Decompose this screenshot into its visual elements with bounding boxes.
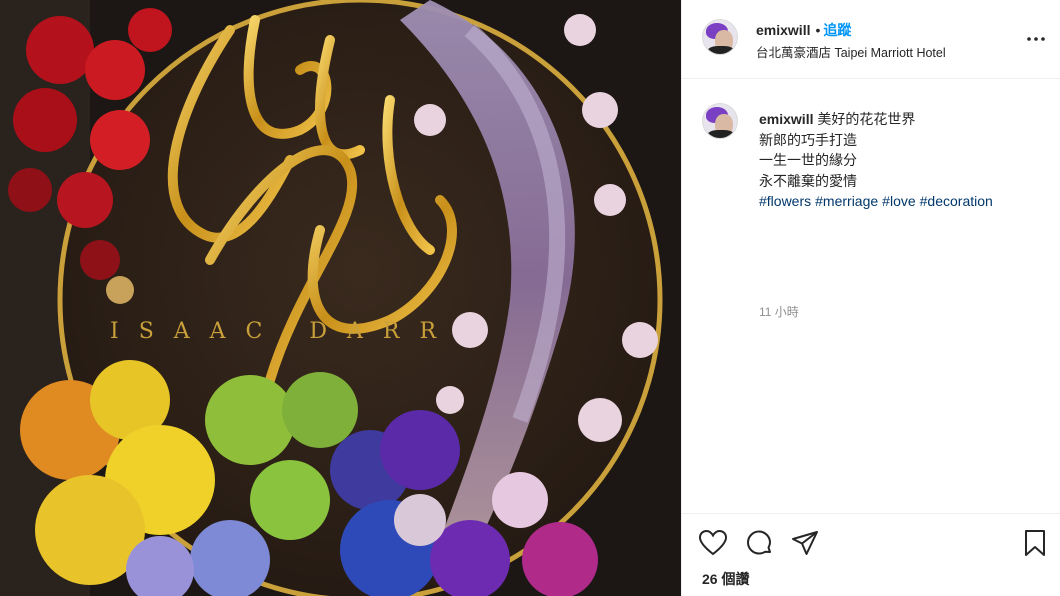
caption-username[interactable]: emixwill	[759, 111, 813, 127]
caption-line: 新郎的巧手打造	[759, 131, 857, 148]
caption-first-line: 美好的花花世界	[817, 111, 916, 127]
follow-button[interactable]: 追蹤	[823, 22, 851, 38]
comment-icon[interactable]	[744, 528, 774, 558]
post-side-panel: emixwill • 追蹤 台北萬豪酒店 Taipei Marriott Hotel…	[681, 0, 1060, 596]
post-timestamp[interactable]: 11 小時	[759, 303, 799, 320]
likes-count[interactable]: 26 個讚	[702, 569, 749, 589]
caption-avatar[interactable]	[702, 103, 738, 139]
avatar[interactable]	[702, 19, 738, 55]
flower-arrangement-image: ISAAC DARR	[0, 0, 681, 596]
caption-line: 永不離棄的愛情	[759, 172, 857, 189]
action-bar: 26 個讚	[682, 513, 1060, 596]
post-photo[interactable]: ISAAC DARR	[0, 0, 681, 596]
hashtag-line: #flowers #merriage #love #decoration	[759, 191, 997, 212]
sign-caps-text: ISAAC DARR	[110, 319, 456, 344]
bookmark-icon[interactable]	[1020, 528, 1050, 558]
post-header: emixwill • 追蹤 台北萬豪酒店 Taipei Marriott Hotel	[682, 0, 1060, 79]
header-username[interactable]: emixwill	[756, 22, 810, 38]
separator-dot: •	[815, 22, 821, 38]
share-icon[interactable]	[790, 528, 820, 558]
caption-line: 一生一世的緣分	[759, 152, 857, 168]
caption-text: emixwill 美好的花花世界 新郎的巧手打造 一生一世的緣分 永不離棄的愛情…	[759, 109, 997, 212]
hashtag-link[interactable]: #love	[882, 193, 915, 209]
hashtag-link[interactable]: #decoration	[920, 193, 993, 209]
location-link[interactable]: 台北萬豪酒店 Taipei Marriott Hotel	[756, 42, 946, 61]
caption-section: emixwill 美好的花花世界 新郎的巧手打造 一生一世的緣分 永不離棄的愛情…	[682, 79, 1060, 459]
hashtag-link[interactable]: #merriage	[815, 193, 878, 209]
more-options-icon[interactable]	[1026, 30, 1046, 48]
user-line: emixwill • 追蹤	[756, 20, 851, 40]
hashtag-link[interactable]: #flowers	[759, 193, 811, 209]
heart-icon[interactable]	[698, 528, 728, 558]
